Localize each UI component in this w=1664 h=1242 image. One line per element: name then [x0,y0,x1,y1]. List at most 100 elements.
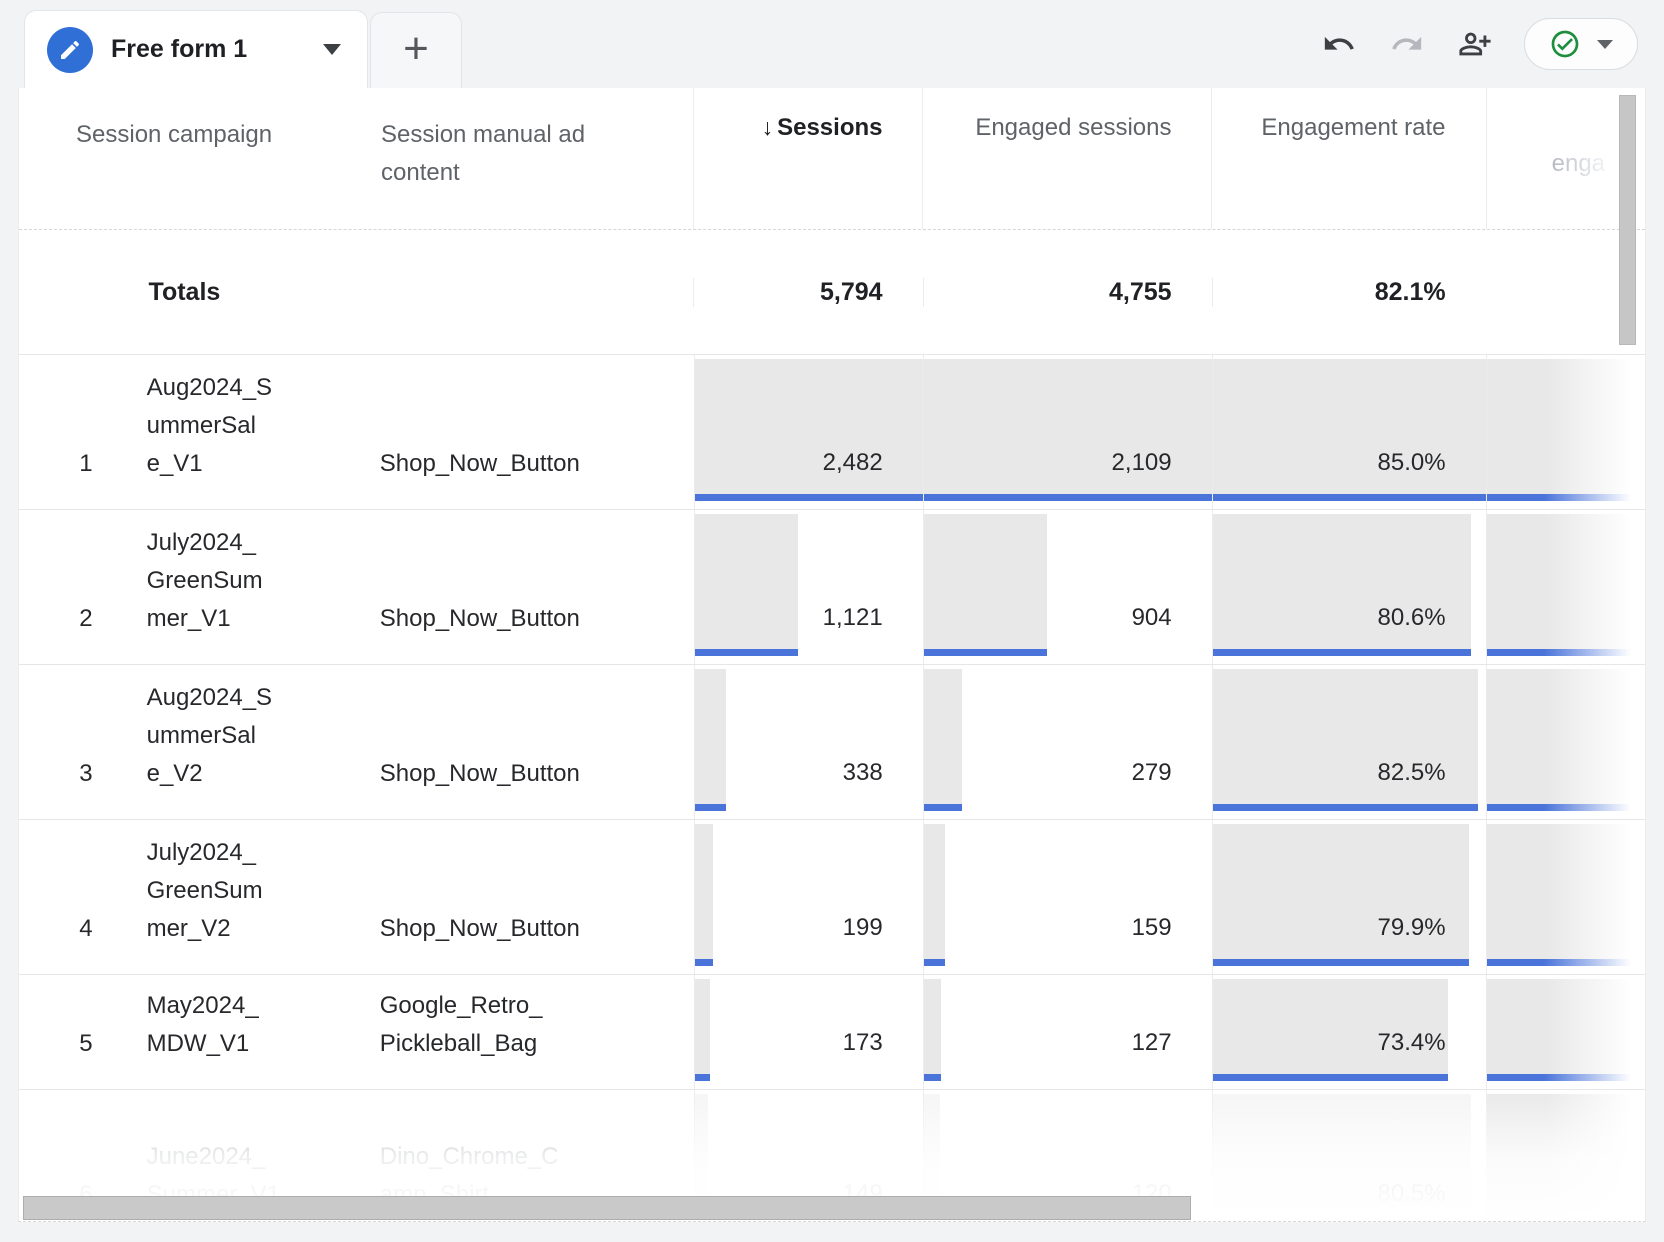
engaged-sessions-value: 279 [1132,759,1172,787]
vertical-scrollbar[interactable] [1619,95,1636,345]
sessions-bar [695,979,711,1074]
rate-bar-accent [1213,1074,1449,1081]
ad-content-cell[interactable]: Shop_Now_Button [365,665,694,819]
add-tab-button[interactable]: + [370,12,462,88]
row-number: 5 [79,1025,92,1063]
ad-content-value: Shop_Now_Button [380,600,680,638]
sessions-cell[interactable]: 338 [694,665,923,819]
table-row-1[interactable]: 1 Aug2024_S ummerSal e_V1 Shop_Now_Butto… [19,355,1645,510]
engagement-rate-cell[interactable]: 73.4% [1212,975,1486,1089]
header-session-manual-ad-content[interactable]: Session manual ad content [381,116,631,192]
rate-bar [1213,979,1449,1074]
engaged-bar-accent [924,494,1212,501]
header-sessions[interactable]: ↓Sessions [693,88,922,229]
ad-content-cell[interactable]: Shop_Now_Button [365,820,694,974]
sessions-value: 2,482 [823,449,883,477]
rate-bar-accent [1213,494,1486,501]
partial-bar [1487,824,1637,959]
engaged-sessions-cell[interactable]: 159 [923,820,1212,974]
apply-caret-down-icon[interactable] [1597,40,1613,49]
session-campaign-value: Aug2024_S ummerSal e_V2 [147,679,357,793]
engaged-bar-accent [924,959,946,966]
sessions-bar [695,359,923,494]
table-row-5[interactable]: 5 May2024_ MDW_V1 Google_Retro_ Pickleba… [19,975,1645,1090]
session-campaign-value: Aug2024_S ummerSal e_V1 [147,369,357,483]
ad-content-cell[interactable]: Shop_Now_Button [365,355,694,509]
session-campaign-cell[interactable]: Aug2024_S ummerSal e_V1 [131,355,365,509]
engagement-rate-cell[interactable]: 82.5% [1212,665,1486,819]
engagement-rate-value: 80.5% [1378,1180,1446,1208]
undo-icon[interactable] [1320,25,1358,63]
table-row-3[interactable]: 3 Aug2024_S ummerSal e_V2 Shop_Now_Butto… [19,665,1645,820]
engagement-rate-value: 79.9% [1378,914,1446,942]
person-add-icon[interactable] [1456,25,1494,63]
session-campaign-cell[interactable]: May2024_ MDW_V1 [131,975,365,1089]
tab-caret-down-icon[interactable] [323,44,341,55]
session-campaign-cell[interactable]: Aug2024_S ummerSal e_V2 [131,665,365,819]
sort-desc-icon: ↓ [762,114,774,140]
engaged-sessions-cell[interactable]: 904 [923,510,1212,664]
totals-row: Totals 5,794 4,755 82.1% [19,230,1645,355]
session-campaign-value: May2024_ MDW_V1 [147,987,357,1063]
sessions-bar-accent [695,494,923,501]
sessions-cell[interactable]: 173 [694,975,923,1089]
partial-metric-cell[interactable] [1486,355,1645,509]
partial-metric-cell[interactable] [1486,975,1645,1089]
engaged-sessions-cell[interactable]: 127 [923,975,1212,1089]
tab-title: Free form 1 [111,35,305,64]
sessions-cell[interactable]: 1,121 [694,510,923,664]
row-number: 4 [79,910,92,948]
sessions-value: 338 [843,759,883,787]
engaged-sessions-cell[interactable]: 2,109 [923,355,1212,509]
redo-icon[interactable] [1388,25,1426,63]
session-campaign-cell[interactable]: July2024_ GreenSum mer_V1 [131,510,365,664]
engaged-sessions-cell[interactable]: 279 [923,665,1212,819]
partial-bar-accent [1487,959,1637,966]
header-engagement-rate[interactable]: Engagement rate [1211,88,1485,229]
engaged-bar-accent [924,1074,941,1081]
freeform-table: Session campaign Session manual ad conte… [18,88,1646,1222]
engagement-rate-cell[interactable]: 79.9% [1212,820,1486,974]
engaged-bar [924,669,962,804]
apply-button[interactable] [1524,18,1638,70]
engagement-rate-cell[interactable]: 80.5% [1212,1090,1486,1222]
session-campaign-cell[interactable]: July2024_ GreenSum mer_V2 [131,820,365,974]
sessions-bar-accent [695,804,726,811]
session-campaign-value: July2024_ GreenSum mer_V1 [147,524,357,638]
engaged-sessions-value: 2,109 [1112,449,1172,477]
tab-free-form-1[interactable]: Free form 1 [24,10,368,88]
row-number-cell: 2 [19,510,131,664]
header-session-campaign[interactable]: Session campaign [76,116,272,154]
sessions-cell[interactable]: 2,482 [694,355,923,509]
engaged-bar [924,514,1047,649]
partial-bar [1487,359,1637,494]
totals-engagement-rate: 82.1% [1212,278,1486,307]
horizontal-scrollbar[interactable] [23,1196,1191,1220]
partial-bar-accent [1487,1074,1637,1081]
engagement-rate-cell[interactable]: 80.6% [1212,510,1486,664]
engagement-rate-cell[interactable]: 85.0% [1212,355,1486,509]
partial-metric-cell[interactable] [1486,510,1645,664]
row-number-cell: 3 [19,665,131,819]
engaged-sessions-value: 159 [1132,914,1172,942]
rate-bar-accent [1213,649,1472,656]
header-engaged-sessions[interactable]: Engaged sessions [922,88,1211,229]
totals-engaged-sessions: 4,755 [923,278,1212,307]
ad-content-cell[interactable]: Google_Retro_ Pickleball_Bag [365,975,694,1089]
ad-content-cell[interactable]: Shop_Now_Button [365,510,694,664]
engaged-bar [924,824,946,959]
sessions-value: 173 [843,1029,883,1057]
partial-bar [1487,514,1637,649]
sessions-cell[interactable]: 199 [694,820,923,974]
sessions-value: 199 [843,914,883,942]
explore-freeform-view: Free form 1 + Session campaign [0,0,1664,1242]
partial-metric-cell[interactable] [1486,665,1645,819]
ad-content-value: Shop_Now_Button [380,445,680,483]
header-row-number-spacer [19,88,131,229]
sessions-bar [695,669,726,804]
table-row-4[interactable]: 4 July2024_ GreenSum mer_V2 Shop_Now_But… [19,820,1645,975]
rate-bar-accent [1213,804,1478,811]
table-row-2[interactable]: 2 July2024_ GreenSum mer_V1 Shop_Now_But… [19,510,1645,665]
partial-metric-cell[interactable] [1486,1090,1645,1222]
partial-metric-cell[interactable] [1486,820,1645,974]
